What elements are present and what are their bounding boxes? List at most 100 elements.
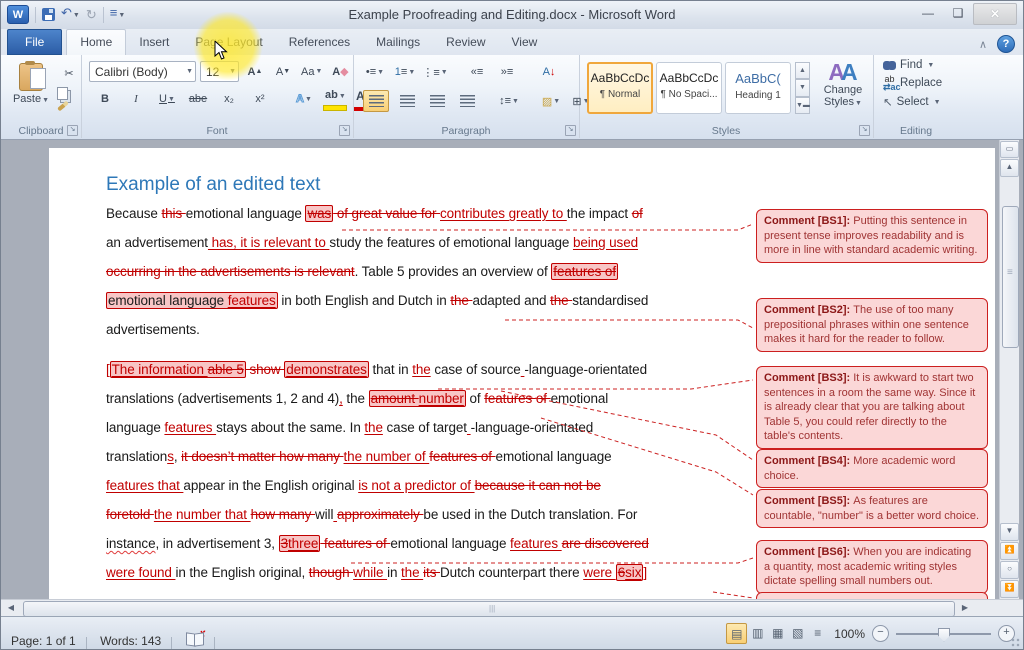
resize-grip[interactable]: [1011, 638, 1021, 648]
text-run: features: [228, 293, 276, 308]
outline-view-icon[interactable]: ▧: [788, 623, 807, 642]
horizontal-scrollbar[interactable]: ◀ ▶: [1, 599, 1023, 617]
help-icon[interactable]: ?: [997, 35, 1015, 53]
subscript-button[interactable]: x₂: [217, 89, 241, 109]
style--no-spaci-[interactable]: AaBbCcDc¶ No Spaci...: [656, 62, 722, 114]
comment-balloon-bs6[interactable]: Comment [BS6]: When you are indicating a…: [756, 540, 988, 594]
styles-dialog-launcher-icon[interactable]: ↘: [859, 125, 870, 136]
text-run: translation: [106, 449, 167, 464]
horizontal-scroll-thumb[interactable]: [23, 601, 955, 617]
tab-view[interactable]: View: [499, 30, 551, 53]
shading-icon[interactable]: ▨▼: [539, 91, 563, 111]
italic-button[interactable]: I: [124, 89, 148, 109]
text-run: were: [583, 565, 616, 580]
bold-button[interactable]: B: [93, 89, 117, 109]
increase-indent-icon[interactable]: »≡: [495, 62, 519, 82]
draft-view-icon[interactable]: ≡: [808, 623, 827, 642]
superscript-button[interactable]: x²: [248, 89, 272, 109]
comment-balloon-bs3[interactable]: Comment [BS3]: It is awkward to start tw…: [756, 366, 988, 449]
line-spacing-icon[interactable]: ↕≡▼: [497, 91, 521, 111]
next-page-icon[interactable]: ⏬: [1000, 580, 1019, 598]
clipboard-dialog-launcher-icon[interactable]: ↘: [67, 125, 78, 136]
cut-icon[interactable]: ✂: [57, 63, 81, 83]
zoom-slider[interactable]: [896, 633, 991, 635]
word-count[interactable]: Words: 143: [90, 626, 171, 648]
align-center-button[interactable]: [395, 91, 419, 111]
select-button[interactable]: ↖ Select▼: [883, 95, 959, 109]
close-button[interactable]: ✕: [973, 3, 1017, 25]
minimize-button[interactable]: —: [913, 3, 943, 23]
font-dialog-launcher-icon[interactable]: ↘: [339, 125, 350, 136]
scroll-left-icon[interactable]: ◀: [3, 601, 19, 615]
change-case-icon[interactable]: Aa▼: [299, 62, 324, 82]
styles-scroll-down-icon[interactable]: ▼: [795, 79, 810, 96]
paste-button[interactable]: Paste▼: [9, 61, 53, 125]
zoom-slider-thumb[interactable]: [938, 628, 950, 642]
vertical-scrollbar[interactable]: ▭ ▲ ▼ ⏫ ○ ⏬: [999, 140, 1019, 599]
tab-review[interactable]: Review: [433, 30, 498, 53]
clear-formatting-icon[interactable]: A◆: [328, 62, 352, 82]
format-painter-icon[interactable]: [57, 101, 69, 112]
vertical-scroll-thumb[interactable]: [1002, 206, 1019, 348]
scroll-down-icon[interactable]: ▼: [1000, 523, 1019, 541]
ruler-toggle-icon[interactable]: ▭: [1000, 141, 1019, 158]
decrease-indent-icon[interactable]: «≡: [465, 62, 489, 82]
paragraph-dialog-launcher-icon[interactable]: ↘: [565, 125, 576, 136]
text-effects-icon[interactable]: A▼: [292, 89, 316, 109]
page-count[interactable]: Page: 1 of 1: [1, 626, 86, 648]
style--normal[interactable]: AaBbCcDc¶ Normal: [587, 62, 653, 114]
text-run: has, it is relevant to: [208, 235, 329, 250]
multilevel-list-icon[interactable]: ⋮≡▼: [423, 62, 447, 82]
align-right-button[interactable]: [425, 91, 449, 111]
web-layout-icon[interactable]: ▦: [768, 623, 787, 642]
align-left-button[interactable]: [363, 90, 389, 112]
text-run: , in advertisement 3,: [155, 536, 278, 551]
shrink-font-icon[interactable]: A▼: [271, 62, 295, 82]
comment-label: Comment [BS6]:: [764, 546, 853, 558]
comment-balloon-bs7[interactable]: Comment [BS7]:: [756, 592, 988, 599]
change-styles-button[interactable]: AA Change Styles▼: [817, 60, 869, 108]
text-run: features of: [553, 264, 616, 279]
scroll-right-icon[interactable]: ▶: [957, 601, 973, 615]
comment-balloon-bs2[interactable]: Comment [BS2]: The use of too many prepo…: [756, 298, 988, 352]
styles-more-icon[interactable]: ▼▬: [795, 97, 810, 114]
justify-button[interactable]: [455, 91, 479, 111]
select-browse-object-icon[interactable]: ○: [1000, 561, 1019, 579]
text-line: were found in the English original, thou…: [106, 558, 746, 587]
strikethrough-button[interactable]: abe: [186, 89, 210, 109]
tab-file[interactable]: File: [7, 29, 62, 55]
tab-references[interactable]: References: [276, 30, 363, 53]
tab-mailings[interactable]: Mailings: [363, 30, 433, 53]
replace-button[interactable]: ab⇄ac Replace: [883, 75, 959, 91]
sort-icon[interactable]: A↓: [537, 62, 561, 82]
proofing-errors-icon[interactable]: ✗: [186, 633, 204, 645]
collapse-ribbon-icon[interactable]: ∧: [979, 38, 987, 51]
styles-scroll-up-icon[interactable]: ▲: [795, 62, 810, 79]
numbering-icon[interactable]: 1≡▼: [393, 62, 417, 82]
zoom-level[interactable]: 100%: [834, 627, 865, 641]
document-page[interactable]: Example of an edited text Because this e…: [49, 148, 995, 599]
maximize-button[interactable]: ❑: [943, 3, 973, 23]
scroll-up-icon[interactable]: ▲: [1000, 159, 1019, 177]
text-run: was: [307, 206, 331, 221]
comment-balloon-bs1[interactable]: Comment [BS1]: Putting this sentence in …: [756, 209, 988, 263]
font-name-select[interactable]: Calibri (Body)▼: [89, 61, 196, 82]
full-screen-reading-icon[interactable]: ▥: [748, 623, 767, 642]
tab-insert[interactable]: Insert: [126, 30, 182, 53]
zoom-out-icon[interactable]: −: [872, 625, 889, 642]
text-run: emotional language: [496, 449, 612, 464]
previous-page-icon[interactable]: ⏫: [1000, 542, 1019, 560]
find-button[interactable]: Find▼: [883, 59, 959, 71]
bullets-icon[interactable]: •≡▼: [363, 62, 387, 82]
comment-balloon-bs5[interactable]: Comment [BS5]: As features are countable…: [756, 489, 988, 528]
text-run: instance: [106, 536, 155, 551]
style-heading-1[interactable]: AaBbC(Heading 1: [725, 62, 791, 114]
comment-balloon-bs4[interactable]: Comment [BS4]: More academic word choice…: [756, 449, 988, 488]
text-run: being used: [573, 235, 638, 250]
highlight-color-icon[interactable]: ab▼: [323, 89, 347, 109]
tab-home[interactable]: Home: [66, 29, 126, 55]
underline-button[interactable]: U▼: [155, 89, 179, 109]
print-layout-view-icon[interactable]: ▤: [726, 623, 747, 644]
style-name: ¶ No Spaci...: [657, 89, 721, 100]
copy-icon[interactable]: [57, 87, 68, 100]
